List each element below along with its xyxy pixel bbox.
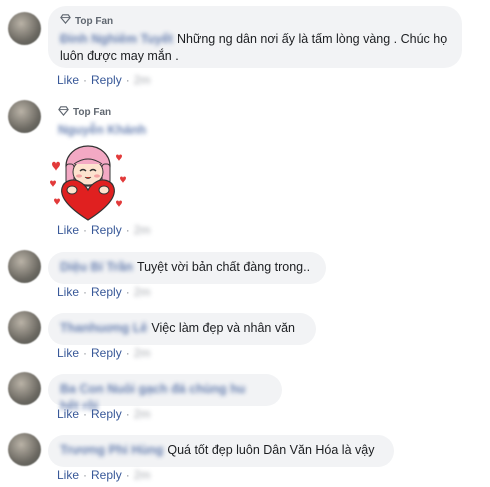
reply-link[interactable]: Reply (91, 407, 122, 421)
like-link[interactable]: Like (57, 468, 79, 482)
diamond-icon (58, 105, 69, 119)
separator: · (83, 407, 88, 421)
comment-bubble: Ba Con Nuôi gạch đá chùng hu hết rồi (48, 374, 282, 413)
comment-item: Top Fan Đinh Nghiêm Tuyết Những ng dân nơ… (0, 0, 490, 92)
like-link[interactable]: Like (57, 285, 79, 299)
commenter-name[interactable]: Diệu Bí Trần (60, 259, 133, 276)
separator: · (125, 223, 130, 237)
timestamp[interactable]: 2m (134, 223, 151, 237)
comment-text: Việc làm đẹp và nhân văn (151, 321, 295, 335)
commenter-name[interactable]: Nguyễn Khánh (58, 123, 146, 137)
avatar[interactable] (8, 311, 41, 344)
comment-item: Top Fan Nguyễn Khánh Like · Reply · 2m (0, 95, 490, 245)
comment-item: Trương Phi Hùng Quá tốt đẹp luôn Dân Văn … (0, 433, 490, 487)
separator: · (83, 73, 88, 87)
comment-actions: Like · Reply · 2m (57, 407, 150, 421)
top-fan-label: Top Fan (73, 106, 112, 118)
reply-link[interactable]: Reply (91, 468, 122, 482)
comment-item: Thanhuơng Lê Việc làm đẹp và nhân văn Lik… (0, 311, 490, 366)
avatar[interactable] (8, 100, 41, 133)
like-link[interactable]: Like (57, 73, 79, 87)
comment-bubble: Thanhuơng Lê Việc làm đẹp và nhân văn (48, 313, 316, 345)
comment-actions: Like · Reply · 2m (57, 285, 150, 299)
timestamp[interactable]: 2m (134, 407, 151, 421)
separator: · (125, 285, 130, 299)
separator: · (83, 223, 88, 237)
timestamp[interactable]: 2m (134, 468, 151, 482)
separator: · (125, 407, 130, 421)
separator: · (83, 346, 88, 360)
top-fan-badge: Top Fan (60, 13, 450, 30)
diamond-icon (60, 13, 71, 30)
separator: · (125, 346, 130, 360)
timestamp[interactable]: 2m (134, 73, 151, 87)
reply-link[interactable]: Reply (91, 223, 122, 237)
comment-actions: Like · Reply · 2m (57, 73, 150, 87)
commenter-name[interactable]: Đinh Nghiêm Tuyết (60, 31, 173, 48)
comment-bubble: Trương Phi Hùng Quá tốt đẹp luôn Dân Văn … (48, 435, 394, 467)
avatar[interactable] (8, 372, 41, 405)
separator: · (83, 285, 88, 299)
reply-link[interactable]: Reply (91, 346, 122, 360)
commenter-name[interactable]: Thanhuơng Lê (60, 320, 147, 337)
avatar[interactable] (8, 12, 41, 45)
top-fan-badge: Top Fan (58, 105, 111, 119)
comment-bubble: Top Fan Đinh Nghiêm Tuyết Những ng dân nơ… (48, 6, 462, 68)
commenter-name[interactable]: Trương Phi Hùng (60, 442, 163, 459)
top-fan-label: Top Fan (75, 16, 114, 27)
like-link[interactable]: Like (57, 223, 79, 237)
avatar[interactable] (8, 433, 41, 466)
comment-actions: Like · Reply · 2m (57, 346, 150, 360)
timestamp[interactable]: 2m (134, 346, 151, 360)
separator: · (125, 73, 130, 87)
comment-actions: Like · Reply · 2m (57, 468, 150, 482)
comment-item: Ba Con Nuôi gạch đá chùng hu hết rồi Lik… (0, 372, 490, 427)
like-link[interactable]: Like (57, 346, 79, 360)
comment-item: Diệu Bí Trần Tuyệt vời bản chất đàng tron… (0, 250, 490, 305)
timestamp[interactable]: 2m (134, 285, 151, 299)
comment-actions: Like · Reply · 2m (57, 223, 150, 237)
comment-bubble: Diệu Bí Trần Tuyệt vời bản chất đàng tron… (48, 252, 326, 284)
reply-link[interactable]: Reply (91, 285, 122, 299)
avatar[interactable] (8, 250, 41, 283)
reply-link[interactable]: Reply (91, 73, 122, 87)
comment-text: Quá tốt đẹp luôn Dân Văn Hóa là vậy (167, 443, 375, 457)
like-link[interactable]: Like (57, 407, 79, 421)
separator: · (125, 468, 130, 482)
girl-hugging-heart-sticker[interactable] (48, 142, 128, 222)
separator: · (83, 468, 88, 482)
comment-text: Tuyệt vời bản chất đàng trong.. (136, 260, 311, 274)
